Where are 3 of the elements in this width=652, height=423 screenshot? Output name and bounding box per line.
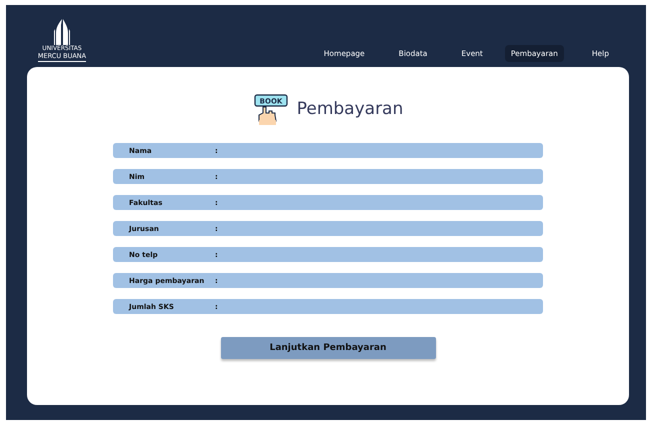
page-title: Pembayaran	[296, 99, 404, 119]
continue-payment-button[interactable]: Lanjutkan Pembayaran	[220, 337, 436, 359]
logo-icon	[53, 19, 71, 45]
